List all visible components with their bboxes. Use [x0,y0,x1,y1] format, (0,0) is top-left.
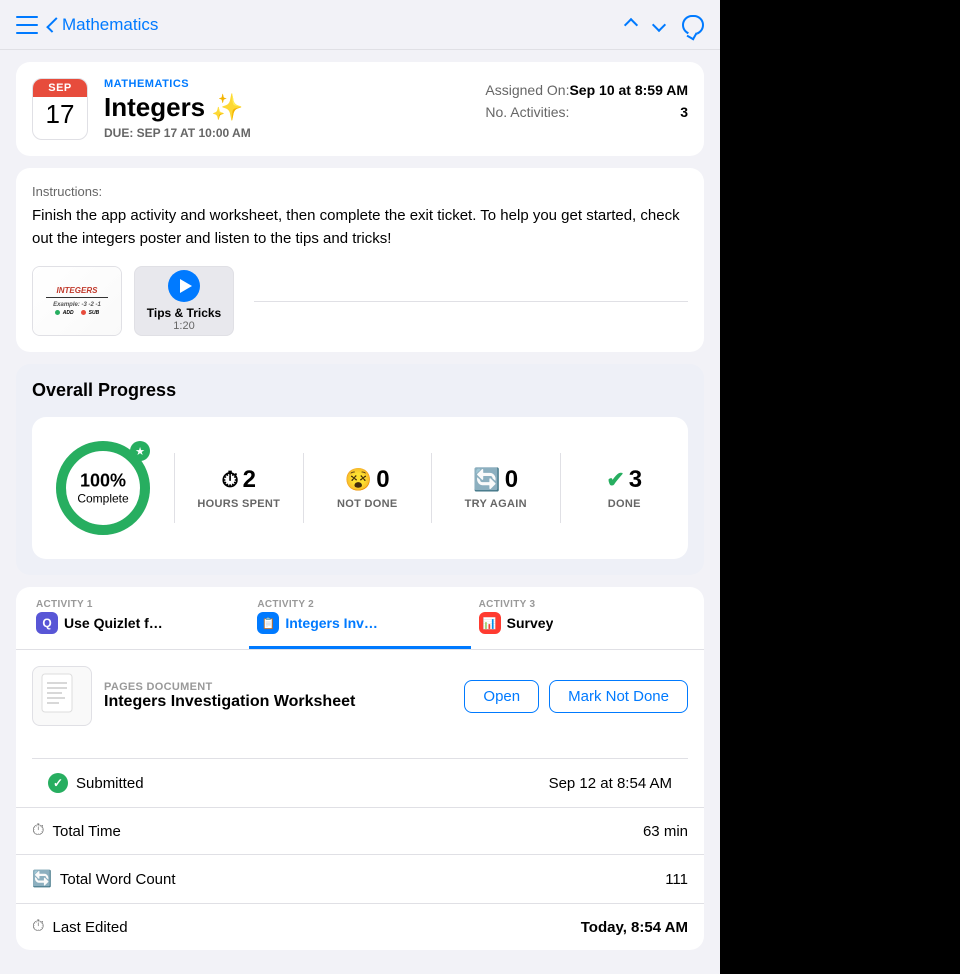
stats-divider-3 [431,453,432,523]
assigned-on-value: Sep 10 at 8:59 AM [569,82,688,98]
submitted-date: Sep 12 at 8:54 AM [549,775,672,792]
main-panel: Mathematics SEP 17 MATHEMATICS Integers … [0,0,720,974]
try-again-label: TRY AGAIN [465,498,527,510]
header-title: Integers ✨ [104,92,469,123]
stats-divider-4 [560,453,561,523]
poster-attachment[interactable]: INTEGERS Example: -3 -2 -1 ADD SUB [32,266,122,336]
video-duration: 1:20 [173,320,194,332]
doc-buttons: Open Mark Not Done [464,680,688,713]
donut-percent: 100% [77,471,128,492]
activities-container: ACTIVITY 1 Q Use Quizlet for... ACTIVITY… [16,587,704,950]
doc-type: PAGES DOCUMENT [104,681,452,693]
header-due: DUE: SEP 17 AT 10:00 AM [104,126,469,140]
no-activities-row: No. Activities: 3 [485,104,688,120]
activity-tab-1[interactable]: ACTIVITY 1 Q Use Quizlet for... [28,587,249,649]
top-nav: Mathematics [0,0,720,50]
stats-divider-2 [303,453,304,523]
activities-wrapper: ACTIVITY 1 Q Use Quizlet for... ACTIVITY… [16,587,704,950]
back-button[interactable]: Mathematics [50,15,158,35]
back-label: Mathematics [62,15,158,35]
word-count-icon: 🔄 [32,869,52,889]
submitted-check-icon: ✓ [48,773,68,793]
video-title: Tips & Tricks [147,306,221,320]
instructions-label: Instructions: [32,184,688,199]
activity2-icon: 📋 [257,612,279,634]
total-time-icon: ⏱ [32,822,44,840]
no-activities-value: 3 [680,104,688,120]
assigned-on-label: Assigned On: [485,82,569,98]
mark-not-done-button[interactable]: Mark Not Done [549,680,688,713]
try-again-icon: 🔄 [473,467,500,493]
title-sparkle-icon: ✨ [211,92,243,123]
progress-donut: 100% Complete ★ [48,433,158,543]
sidebar-toggle-button[interactable] [16,16,38,34]
progress-title: Overall Progress [32,380,688,401]
not-done-icon: 😵 [345,467,372,493]
hours-spent-label: HOURS SPENT [197,498,280,510]
last-edited-row: ⏱ Last Edited Today, 8:54 AM [16,903,704,950]
instructions-text: Finish the app activity and worksheet, t… [32,205,688,250]
chevron-left-icon [46,17,62,33]
attachments-row: INTEGERS Example: -3 -2 -1 ADD SUB Tips … [32,266,688,336]
done-label: DONE [608,498,641,510]
activity-tabs: ACTIVITY 1 Q Use Quizlet for... ACTIVITY… [16,587,704,650]
nav-left: Mathematics [16,15,158,35]
instructions-section: Instructions: Finish the app activity an… [16,168,704,352]
last-edited-icon: ⏱ [32,918,44,936]
activity-doc-row: PAGES DOCUMENT Integers Investigation Wo… [32,666,688,726]
previous-button[interactable] [624,17,638,31]
header-card: SEP 17 MATHEMATICS Integers ✨ DUE: SEP 1… [16,62,704,156]
done-icon: ✔ [606,467,624,493]
try-again-value: 0 [505,466,518,494]
video-attachment[interactable]: Tips & Tricks 1:20 [134,266,234,336]
header-subject: MATHEMATICS [104,78,469,90]
not-done-stat: 😵 0 NOT DONE [320,466,416,510]
not-done-value: 0 [376,466,389,494]
doc-thumbnail [32,666,92,726]
stats-divider [174,453,175,523]
play-button[interactable] [168,270,200,302]
donut-label: Complete [77,492,128,506]
try-again-stat: 🔄 0 TRY AGAIN [448,466,544,510]
done-value: 3 [629,466,642,494]
hours-spent-stat: ⏱ 2 HOURS SPENT [191,466,287,510]
last-edited-value: Today, 8:54 AM [581,919,688,936]
donut-star-icon: ★ [130,441,150,461]
right-panel [720,0,960,974]
donut-center: 100% Complete [77,471,128,506]
header-info: MATHEMATICS Integers ✨ DUE: SEP 17 AT 10… [104,78,469,140]
play-triangle-icon [180,279,192,293]
header-meta: Assigned On: Sep 10 at 8:59 AM No. Activ… [485,78,688,120]
done-stat: ✔ 3 DONE [577,466,673,510]
total-time-row: ⏱ Total Time 63 min [16,807,704,854]
doc-info: PAGES DOCUMENT Integers Investigation Wo… [104,681,452,711]
open-button[interactable]: Open [464,680,539,713]
activity3-icon: 📊 [479,612,501,634]
nav-right [626,15,704,35]
doc-name: Integers Investigation Worksheet [104,693,452,711]
submitted-row: ✓ Submitted Sep 12 at 8:54 AM [32,758,688,807]
not-done-label: NOT DONE [337,498,397,510]
title-text: Integers [104,92,205,123]
activity-tab-3[interactable]: ACTIVITY 3 📊 Survey [471,587,692,649]
last-edited-label: Last Edited [52,919,127,936]
submitted-left: ✓ Submitted [48,773,144,793]
submitted-label: Submitted [76,775,144,792]
activity-content: PAGES DOCUMENT Integers Investigation Wo… [16,650,704,758]
progress-row: 100% Complete ★ ⏱ 2 HOURS SPENT 😵 0 [32,417,688,559]
no-activities-label: No. Activities: [485,104,569,120]
divider-line [254,301,688,302]
calendar-day: 17 [46,97,75,127]
activity-tab-2[interactable]: ACTIVITY 2 📋 Integers Investi... [249,587,470,649]
calendar-icon: SEP 17 [32,78,88,140]
comment-button[interactable] [682,15,704,35]
hours-spent-value: 2 [243,466,256,494]
next-button[interactable] [652,17,666,31]
progress-section: Overall Progress 100% Complete ★ ⏱ 2 [16,364,704,575]
assigned-on-row: Assigned On: Sep 10 at 8:59 AM [485,82,688,98]
clock-icon: ⏱ [221,467,238,493]
calendar-month: SEP [33,79,87,97]
activity1-icon: Q [36,612,58,634]
total-word-count-row: 🔄 Total Word Count 111 [16,854,704,903]
